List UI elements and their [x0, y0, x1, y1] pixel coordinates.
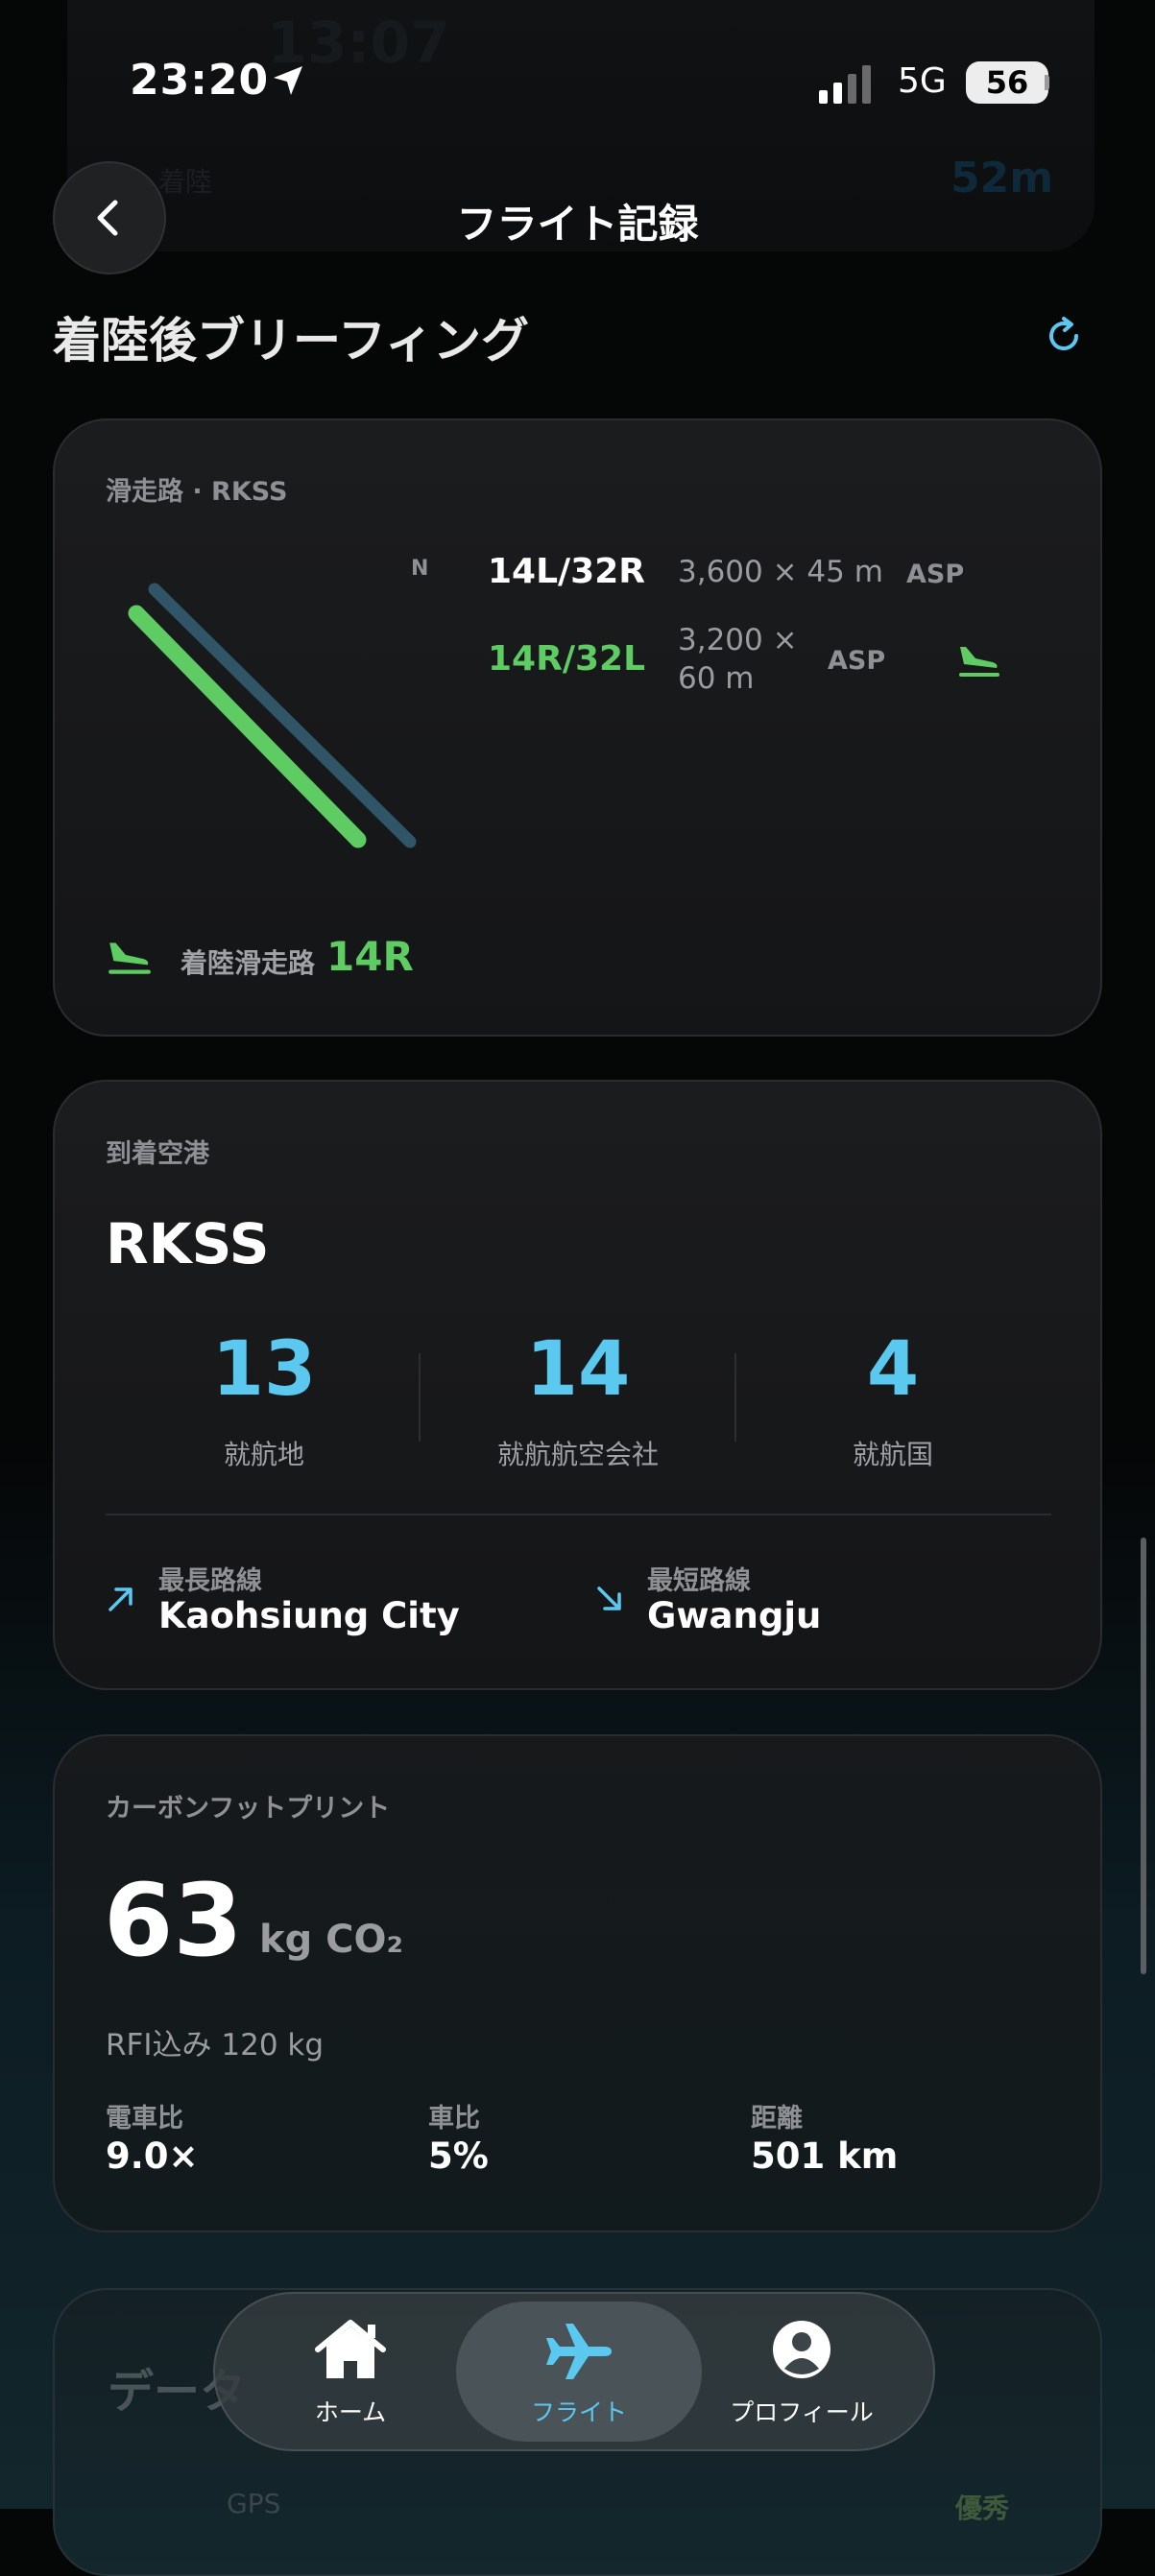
- runway-surface-active: ASP: [828, 646, 886, 676]
- runway-card-label: 滑走路 · RKSS: [106, 477, 288, 507]
- airport-card-label: 到着空港: [106, 1139, 209, 1169]
- landing-runway-label: 着陸滑走路: [180, 947, 316, 979]
- runway-diagram: [128, 583, 417, 848]
- tab-profile[interactable]: プロフィール: [691, 2313, 912, 2428]
- runway-dimensions-active: 3,200 × 60 m: [678, 621, 798, 698]
- metric-train-label: 電車比: [106, 2104, 183, 2134]
- arrow-up-right-icon: [108, 1587, 132, 1611]
- signal-strength-icon: [819, 65, 871, 104]
- landing-plane-icon: [108, 942, 151, 974]
- tab-flight-label: フライト: [530, 2398, 627, 2426]
- landing-plane-icon: [959, 647, 999, 677]
- tab-profile-label: プロフィール: [730, 2398, 874, 2426]
- landing-runway-value: 14R: [326, 933, 414, 980]
- stat-airlines-label: 就航航空会社: [496, 1439, 659, 1470]
- dims-line-2: 60 m: [678, 661, 755, 696]
- home-icon: [315, 2320, 386, 2378]
- refresh-icon[interactable]: [1042, 314, 1086, 358]
- dims-line-1: 3,200 ×: [678, 623, 798, 657]
- runway-name: 14L/32R: [488, 552, 646, 591]
- arrow-down-right-icon: [597, 1586, 621, 1610]
- runway-surface: ASP: [906, 560, 965, 589]
- runway-14R-32L-shape: [128, 605, 367, 848]
- airplane-icon: [546, 2324, 612, 2379]
- stat-airlines-value: 14: [525, 1326, 631, 1413]
- tab-flight[interactable]: フライト: [469, 2313, 689, 2428]
- battery-tip: [1045, 75, 1049, 90]
- metric-car-label: 車比: [428, 2104, 480, 2134]
- section-title: 着陸後ブリーフィング: [53, 313, 529, 369]
- carbon-card-label: カーボンフットプリント: [106, 1794, 391, 1824]
- metric-train-value: 9.0×: [106, 2135, 199, 2177]
- metric-car-value: 5%: [428, 2135, 489, 2177]
- divider: [106, 1514, 1051, 1515]
- data-card-row-value: 優秀: [955, 2493, 1010, 2524]
- north-indicator: N: [411, 557, 429, 581]
- stat-countries-value: 4: [866, 1326, 920, 1413]
- stat-destinations-value: 13: [211, 1326, 317, 1413]
- data-card-row-label: GPS: [227, 2488, 281, 2519]
- tab-home-label: ホーム: [314, 2398, 387, 2426]
- runway-name-active: 14R/32L: [488, 639, 646, 679]
- metric-distance-label: 距離: [751, 2104, 803, 2134]
- scrollbar-thumb[interactable]: [1141, 1538, 1146, 1974]
- airport-code: RKSS: [106, 1211, 270, 1276]
- longest-route-value: Kaohsiung City: [158, 1595, 460, 1636]
- rfi-value: RFI込み 120 kg: [106, 2028, 325, 2063]
- metric-distance-value: 501 km: [751, 2135, 899, 2177]
- tab-home[interactable]: ホーム: [240, 2313, 461, 2428]
- longest-route-label: 最長路線: [158, 1566, 262, 1596]
- network-type: 5G: [898, 61, 947, 101]
- carbon-unit: kg CO₂: [259, 1918, 404, 1962]
- runway-dimensions: 3,600 × 45 m: [678, 555, 883, 589]
- carbon-value: 63: [104, 1862, 243, 1979]
- battery-indicator: 56: [966, 61, 1048, 104]
- status-time: 23:20: [130, 56, 270, 105]
- profile-icon: [773, 2321, 830, 2378]
- shortest-route-label: 最短路線: [647, 1566, 751, 1596]
- stat-countries-label: 就航国: [852, 1439, 933, 1470]
- stat-destinations-label: 就航地: [223, 1439, 304, 1470]
- page-title: フライト記録: [456, 201, 699, 248]
- location-arrow-icon: [274, 66, 302, 95]
- runway-14L-32R-shape: [148, 583, 417, 848]
- shortest-route-value: Gwangju: [647, 1595, 822, 1636]
